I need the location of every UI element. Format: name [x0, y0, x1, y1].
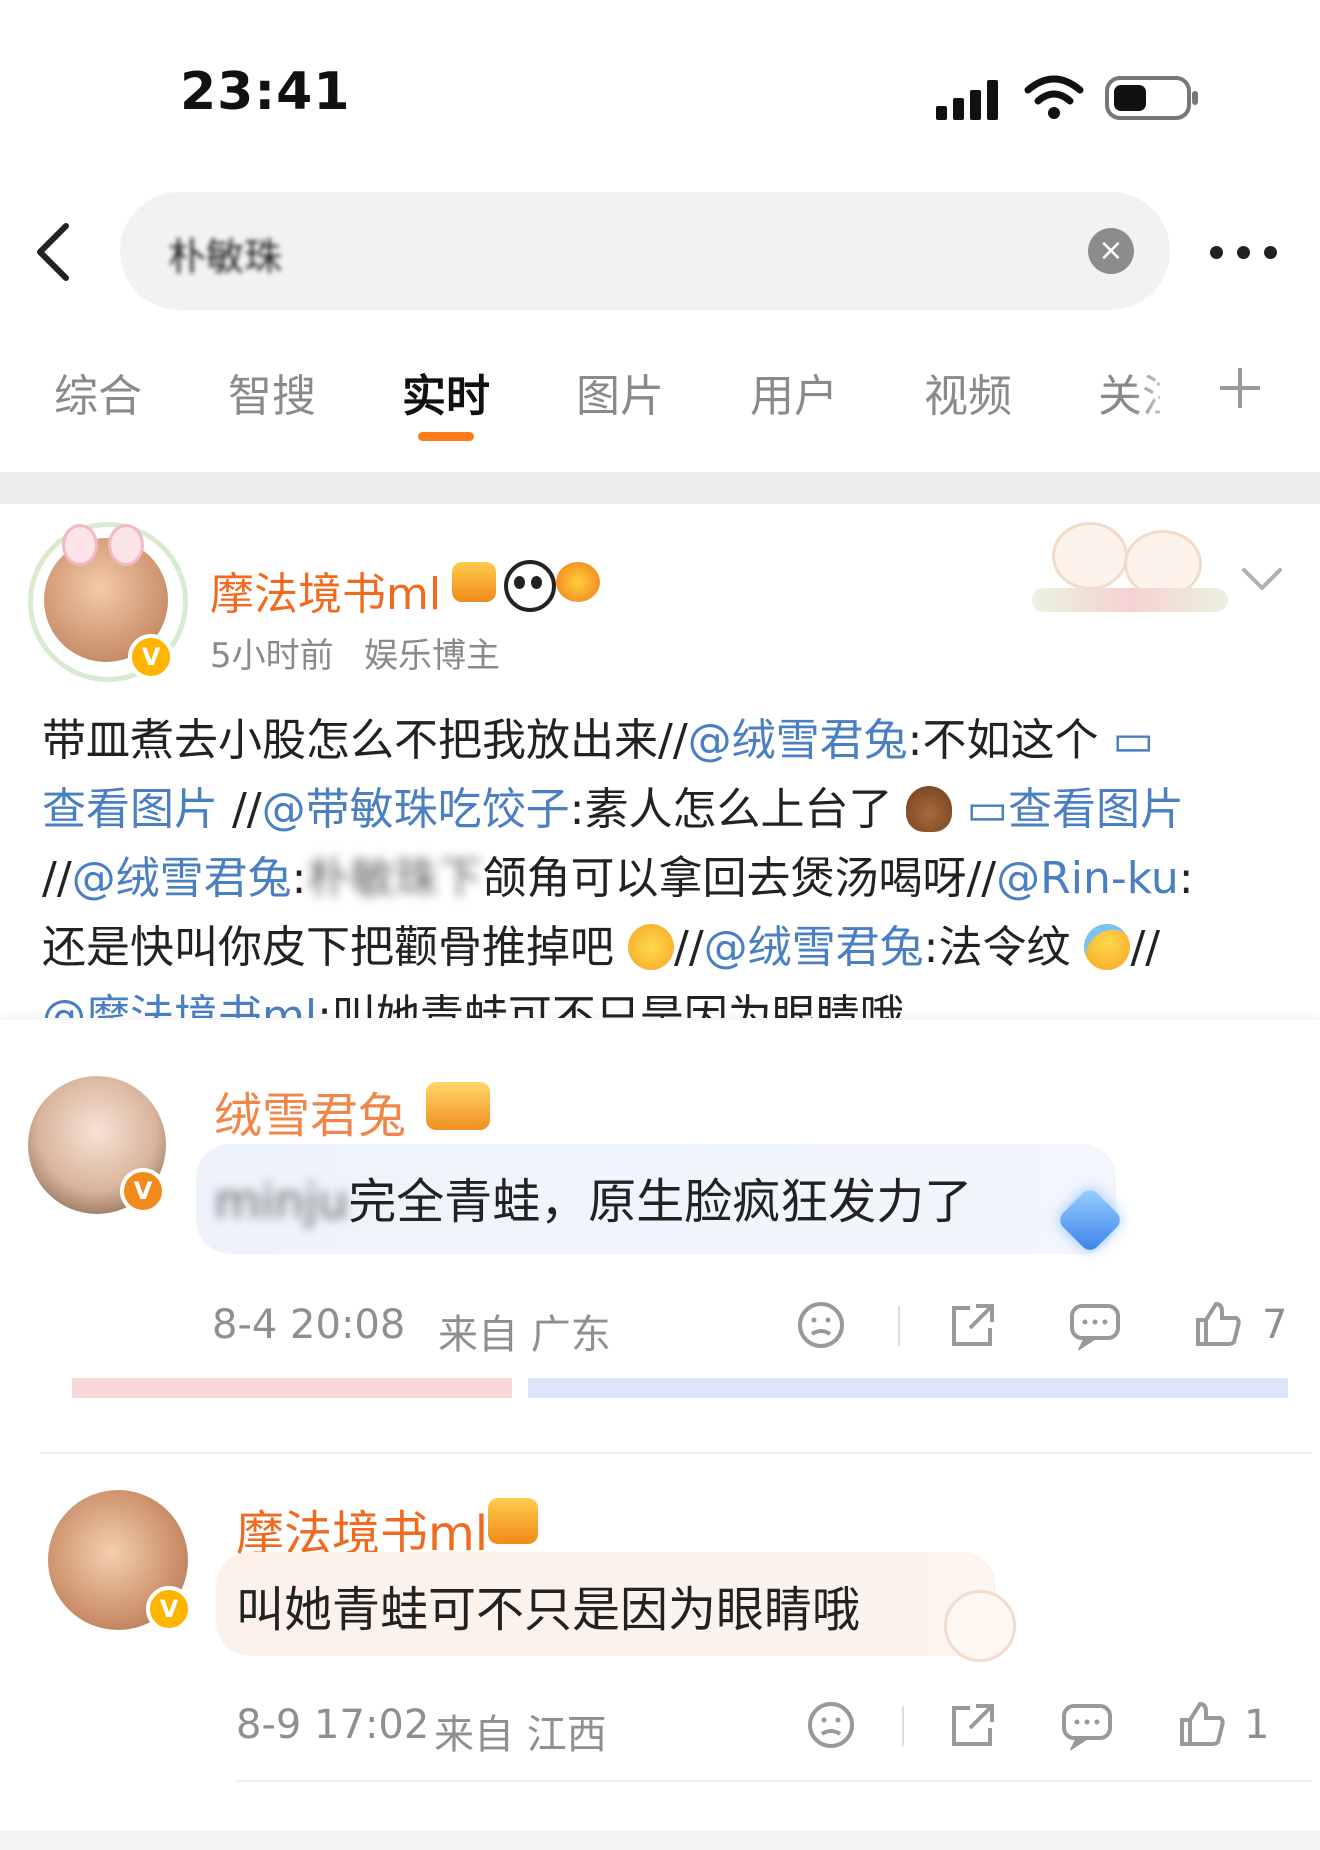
mention-link[interactable]: @绒雪君兔: [72, 853, 292, 904]
mention-link[interactable]: @摩法境书ml: [42, 991, 317, 1018]
panda-icon: [504, 560, 556, 612]
laugh-cry-emoji-icon: [628, 924, 674, 970]
share-icon[interactable]: [946, 1300, 998, 1350]
like-count: 1: [1244, 1702, 1270, 1748]
battery-icon: [1105, 76, 1198, 120]
comment-author-name[interactable]: 绒雪君兔: [214, 1076, 406, 1146]
bunny-ear-decoration: [62, 524, 98, 566]
view-image-link[interactable]: 查看图片: [1008, 784, 1184, 835]
comment-date: 8-4 20:08: [212, 1302, 406, 1348]
post-text-segment: :法令纹: [923, 922, 1071, 973]
search-query-text: 朴敏珠: [168, 235, 283, 279]
separator-line: [236, 1780, 1312, 1782]
crying-emoji-icon: [1084, 924, 1131, 970]
tab-images[interactable]: 图片: [576, 360, 664, 424]
post-time: 5小时前: [210, 636, 334, 676]
status-time: 23:41: [180, 62, 351, 122]
clipped-comment-strip: [40, 1378, 1312, 1408]
like-thumb-icon[interactable]: [1192, 1298, 1244, 1350]
comment-date: 8-9 17:02: [236, 1702, 430, 1748]
mention-link[interactable]: @绒雪君兔: [688, 715, 908, 766]
comment-text-content: 完全青蛙，原生脸疯狂发力了: [348, 1174, 973, 1230]
image-icon: ▭: [1112, 715, 1155, 766]
active-tab-indicator: [418, 432, 474, 441]
fish-badge-icon: [556, 562, 600, 602]
comment-location: 来自 江西: [434, 1712, 607, 1758]
verified-badge-icon: V: [120, 1168, 166, 1214]
comment-icon[interactable]: [1068, 1300, 1122, 1350]
mention-link[interactable]: @Rin-ku: [996, 853, 1179, 904]
tab-videos[interactable]: 视频: [924, 360, 1012, 424]
dislike-face-icon[interactable]: [806, 1700, 856, 1750]
action-divider: [898, 1306, 900, 1346]
view-image-link[interactable]: 查看图片: [42, 784, 218, 835]
poop-emoji-icon: [906, 786, 953, 832]
action-divider: [902, 1706, 904, 1746]
post-text-segment: 还是快叫你皮下把颧骨推掉吧: [42, 922, 614, 973]
separator-line: [40, 1452, 1312, 1454]
clear-search-icon[interactable]: ×: [1088, 228, 1134, 274]
bottom-fade: [0, 1830, 1320, 1850]
post-text-segment: 颌角可以拿回去煲汤喝呀//: [482, 853, 997, 904]
tab-comprehensive[interactable]: 综合: [54, 360, 142, 424]
like-thumb-icon[interactable]: [1176, 1698, 1228, 1750]
blurred-name: minju: [214, 1174, 349, 1230]
search-input[interactable]: 朴敏珠 ×: [120, 192, 1170, 310]
section-divider: [0, 472, 1320, 504]
comment-text: 叫她青蛙可不只是因为眼睛哦: [236, 1582, 861, 1638]
post-author-name[interactable]: 摩法境书ml: [210, 558, 441, 622]
chevron-down-icon[interactable]: [1240, 566, 1284, 592]
mention-link[interactable]: @绒雪君兔: [704, 922, 924, 973]
tab-users[interactable]: 用户: [750, 360, 838, 424]
post-text-segment: //: [674, 922, 704, 973]
comment-location: 来自 广东: [438, 1312, 611, 1358]
post-text-segment: //: [218, 784, 262, 835]
post-text-segment: :: [1178, 853, 1194, 904]
crown-badge-icon: [452, 562, 496, 602]
post-text-segment: 带皿煮去小股怎么不把我放出来//: [42, 715, 688, 766]
verified-badge-icon: V: [146, 1586, 192, 1632]
crown-badge-icon: [488, 1498, 538, 1544]
comment-text: minju完全青蛙，原生脸疯狂发力了: [214, 1162, 972, 1232]
post-text-segment: //: [42, 853, 72, 904]
tab-smart-search[interactable]: 智搜: [228, 360, 316, 424]
back-arrow-icon[interactable]: [30, 222, 76, 282]
post-text-segment: :素人怎么上台了: [569, 784, 893, 835]
comment-icon[interactable]: [1060, 1700, 1114, 1750]
bunny-sticker-decoration: [1032, 510, 1228, 620]
crown-badge-icon: [426, 1082, 490, 1130]
add-tab-icon[interactable]: [1220, 368, 1260, 408]
tab-realtime[interactable]: 实时: [402, 360, 490, 424]
tab-fade: [1130, 350, 1190, 420]
mention-link[interactable]: @带敏珠吃饺子: [262, 784, 570, 835]
post-author-tag: 娱乐博主: [364, 636, 500, 676]
post-text-segment: :: [291, 853, 307, 904]
bunny-sticker-icon: [944, 1590, 1016, 1662]
wifi-icon: [1024, 75, 1084, 119]
post-body: 带皿煮去小股怎么不把我放出来//@绒雪君兔:不如这个 ▭ 查看图片 //@带敏珠…: [42, 706, 1292, 1018]
more-options-icon[interactable]: [1210, 240, 1282, 264]
post-text-segment: //: [1130, 922, 1161, 973]
comment-card: V 绒雪君兔 minju完全青蛙，原生脸疯狂发力了 8-4 20:08 来自 广…: [0, 1020, 1320, 1375]
share-icon[interactable]: [946, 1700, 998, 1750]
post-text-segment: :不如这个: [907, 715, 1113, 766]
like-count: 7: [1262, 1302, 1288, 1348]
image-icon: ▭: [966, 784, 1009, 835]
blurred-name: 朴敏珠下: [306, 853, 483, 904]
verified-badge-icon: V: [128, 634, 174, 680]
cellular-signal-icon: [936, 76, 1002, 120]
bunny-ear-decoration: [108, 524, 144, 566]
dislike-face-icon[interactable]: [796, 1300, 846, 1350]
post-text-segment: :叫她青蛙可不只是因为眼睛哦: [317, 991, 904, 1018]
